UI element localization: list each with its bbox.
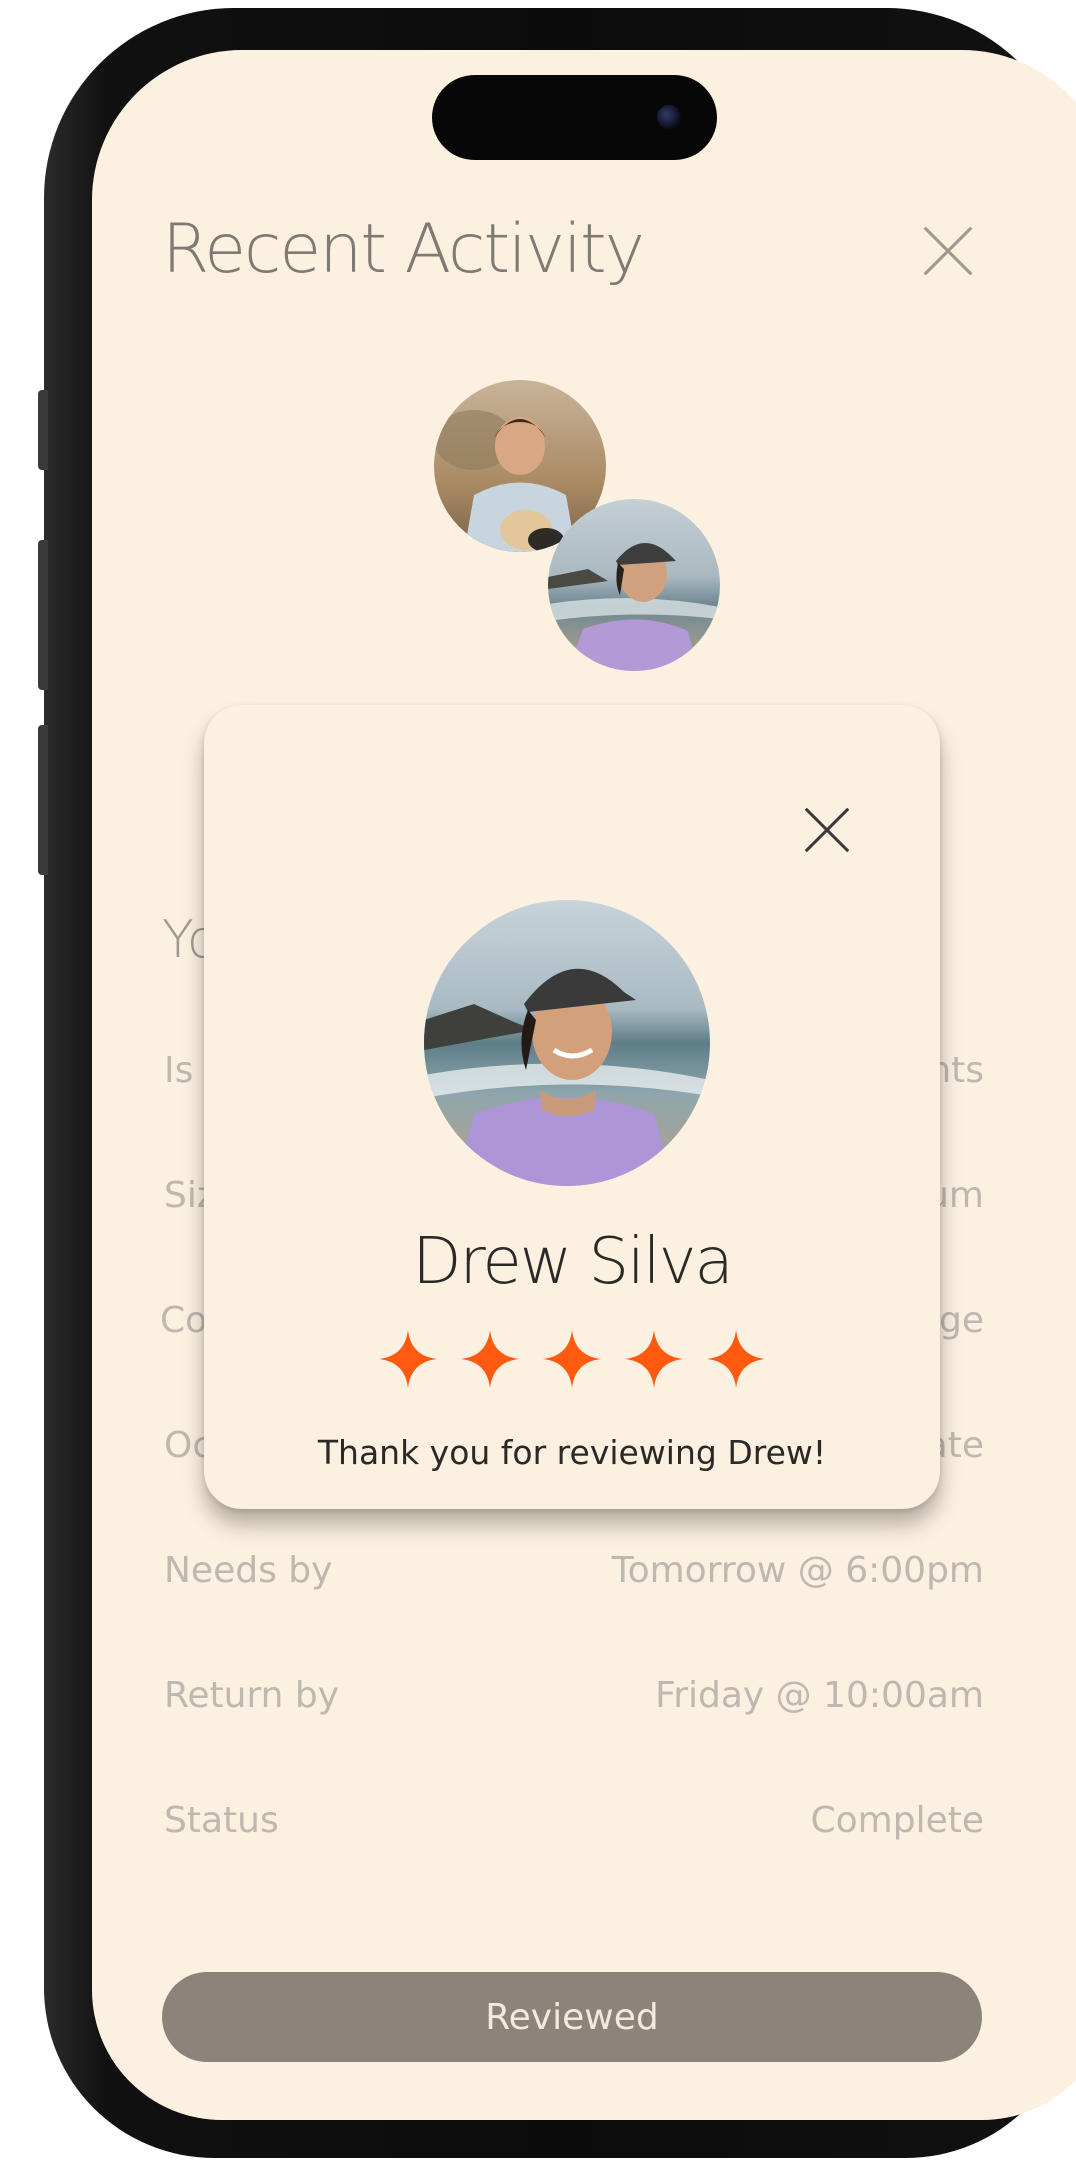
star-icon [461, 1330, 519, 1388]
avatar-drew-silva[interactable] [548, 499, 720, 671]
detail-value: Tomorrow @ 6:00pm [611, 1550, 984, 1591]
star-icon [379, 1330, 437, 1388]
volume-up-button [38, 540, 48, 690]
reviewed-button[interactable]: Reviewed [162, 1972, 982, 2062]
star-icon [707, 1330, 765, 1388]
detail-label: Co [160, 1300, 208, 1341]
detail-row-return-by: Return by Friday @ 10:00am [164, 1675, 984, 1735]
star-rating [204, 1328, 940, 1390]
detail-value: Friday @ 10:00am [655, 1675, 984, 1716]
detail-label: Needs by [164, 1550, 333, 1591]
detail-value: Complete [810, 1800, 985, 1841]
star-icon [625, 1330, 683, 1388]
front-camera [657, 105, 681, 129]
close-icon[interactable] [922, 225, 974, 277]
detail-label: Is [164, 1050, 194, 1091]
mute-switch [38, 390, 48, 470]
detail-label: Return by [164, 1675, 340, 1716]
review-thanks-message: Thank you for reviewing Drew! [317, 1433, 827, 1472]
close-icon[interactable] [804, 807, 850, 853]
volume-down-button [38, 725, 48, 875]
app-screen: Recent Activity Yo Is nts Siz um Co nge … [92, 50, 1076, 2120]
page-title: Recent Activity [162, 210, 645, 289]
star-icon [543, 1330, 601, 1388]
dynamic-island [432, 75, 717, 160]
detail-row-status: Status Complete [164, 1800, 984, 1860]
reviewed-user-name: Drew Silva [412, 1225, 734, 1299]
detail-label: Status [164, 1800, 279, 1841]
detail-row-needs-by: Needs by Tomorrow @ 6:00pm [164, 1550, 984, 1610]
reviewed-user-avatar [424, 900, 710, 1186]
review-confirmation-modal: Drew Silva Thank you for reviewing Drew! [204, 705, 940, 1509]
